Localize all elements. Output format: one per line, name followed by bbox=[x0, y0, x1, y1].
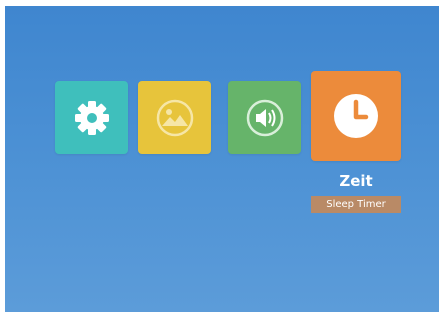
menu-screen: Zeit Sleep Timer bbox=[5, 6, 439, 312]
selected-item-subtitle: Sleep Timer bbox=[311, 196, 401, 213]
selected-item-title: Zeit bbox=[339, 172, 373, 190]
gear-icon bbox=[75, 101, 109, 135]
clock-icon bbox=[334, 94, 378, 138]
settings-tile[interactable] bbox=[55, 81, 128, 154]
speaker-icon bbox=[246, 99, 284, 137]
sound-tile[interactable] bbox=[228, 81, 301, 154]
picture-tile[interactable] bbox=[138, 81, 211, 154]
time-tile[interactable] bbox=[311, 71, 401, 161]
picture-icon bbox=[156, 99, 194, 137]
